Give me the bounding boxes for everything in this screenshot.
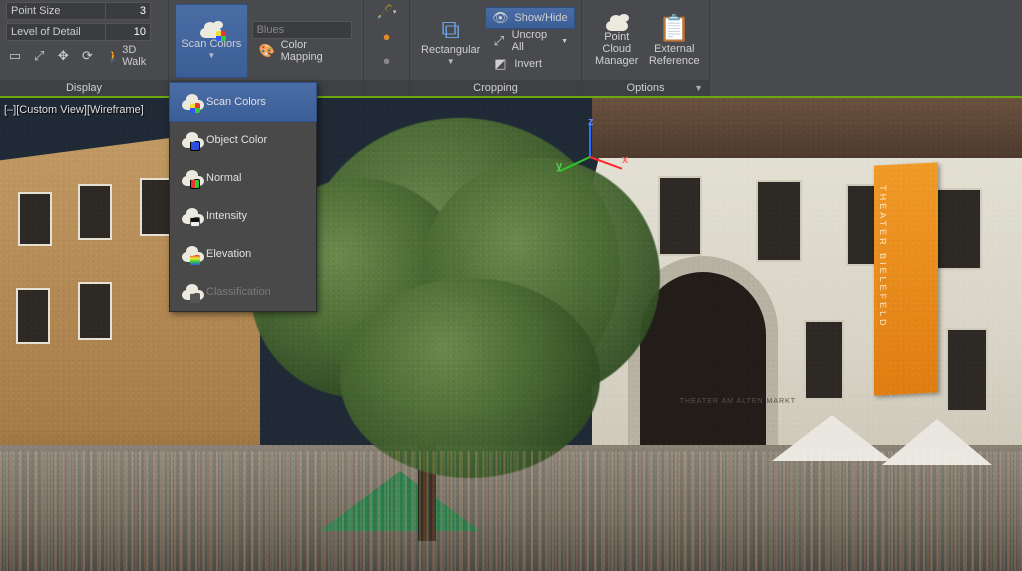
cloud-icon: [180, 93, 198, 111]
axis-gizmo[interactable]: z x y: [580, 114, 640, 174]
menu-item-normal[interactable]: Normal: [170, 159, 316, 197]
pcm-button[interactable]: Point Cloud Manager: [588, 4, 646, 78]
scene-banner-text: THEATER BIELEFELD: [874, 165, 892, 349]
cloud-icon: [180, 245, 198, 263]
scene-roof-right: [592, 98, 1022, 158]
axis-y-label: y: [556, 160, 562, 172]
cloud-color-icon: [198, 22, 224, 38]
scene-window: [756, 180, 802, 262]
axis-x-label: x: [622, 154, 628, 166]
invert-button[interactable]: ◩ Invert: [485, 53, 575, 75]
scene-window: [658, 176, 702, 256]
cloud-icon: [180, 207, 198, 225]
invert-label: Invert: [514, 58, 542, 70]
cloud-icon: [180, 131, 198, 149]
scan-colors-button[interactable]: Scan Colors ▼: [175, 4, 248, 78]
uncrop-button[interactable]: ⤢ Uncrop All ▼: [485, 30, 575, 52]
showhide-button[interactable]: 👁 Show/Hide: [485, 7, 575, 29]
scene-window: [804, 320, 844, 400]
rectangular-button[interactable]: ⧉ Rectangular ▼: [416, 4, 485, 78]
xref-label: External Reference: [647, 43, 703, 67]
walk-label: 3D Walk: [122, 44, 158, 68]
panel-options-title[interactable]: Options▼: [582, 80, 709, 96]
scene-window: [946, 328, 988, 412]
color-mapping-button[interactable]: 🎨 Color Mapping: [252, 40, 357, 62]
color-scheme-combo[interactable]: Blues: [252, 21, 352, 39]
axis-z-label: z: [588, 116, 594, 128]
expand-icon: ⤢: [492, 33, 505, 49]
menu-item-label: Elevation: [206, 248, 251, 260]
invert-icon: ◩: [492, 56, 508, 72]
point-size-input[interactable]: 3: [106, 2, 151, 20]
menu-item-object-color[interactable]: Object Color: [170, 121, 316, 159]
scan-colors-label: Scan Colors: [181, 38, 241, 50]
chevron-down-icon: ▼: [447, 57, 455, 66]
pan-icon[interactable]: ✥: [54, 46, 72, 66]
pcm-label: Point Cloud Manager: [589, 31, 645, 67]
refresh-icon[interactable]: ⟳: [78, 46, 96, 66]
menu-item-elevation[interactable]: Elevation: [170, 235, 316, 273]
scene-banner: THEATER BIELEFELD: [874, 162, 938, 395]
sphere-grey-icon[interactable]: ●: [377, 50, 397, 70]
scene-window: [18, 192, 52, 246]
ribbon: Point Size 3 Level of Detail 10 ▭ ⤢ ✥ ⟳ …: [0, 0, 1022, 98]
panel-display-title: Display: [0, 80, 168, 96]
eye-icon: 👁: [492, 10, 508, 26]
walk-button[interactable]: 🚶 3D Walk: [103, 46, 163, 66]
panel-cropping: ⧉ Rectangular ▼ 👁 Show/Hide ⤢ Uncrop All…: [410, 0, 582, 96]
palette-icon: 🎨: [259, 43, 275, 59]
clipboard-icon: 📋: [658, 15, 690, 41]
cloud-manager-icon: [604, 15, 630, 31]
chevron-down-icon: ▼: [207, 51, 215, 60]
menu-item-label: Classification: [206, 286, 271, 298]
uncrop-label: Uncrop All: [512, 29, 553, 53]
panel-cropping-title: Cropping: [410, 80, 581, 96]
orbit-icon[interactable]: ⤢: [30, 46, 48, 66]
rectangular-label: Rectangular: [421, 44, 480, 56]
scan-colors-dropdown: Scan Colors Object Color Normal Intensity El…: [169, 82, 317, 312]
eyedropper-icon[interactable]: 🖋️▾: [377, 2, 397, 22]
xref-button[interactable]: 📋 External Reference: [646, 4, 704, 78]
panel-utility: 🖋️▾ ● ●: [364, 0, 410, 96]
scene-sign: THEATER AM ALTEN MARKT: [680, 398, 796, 405]
panel-display: Point Size 3 Level of Detail 10 ▭ ⤢ ✥ ⟳ …: [0, 0, 169, 96]
lod-input[interactable]: 10: [106, 23, 151, 41]
chevron-down-icon: ▼: [694, 83, 703, 93]
scene-window: [16, 288, 50, 344]
menu-item-label: Object Color: [206, 134, 267, 146]
viewport[interactable]: [–][Custom View][Wireframe] THEATER BIEL…: [0, 98, 1022, 571]
cloud-icon: [180, 169, 198, 187]
menu-item-classification: Classification: [170, 273, 316, 311]
scene-window: [78, 282, 112, 340]
person-icon: 🚶: [107, 50, 121, 63]
panel-options: Point Cloud Manager 📋 External Reference…: [582, 0, 710, 96]
showhide-label: Show/Hide: [514, 12, 567, 24]
viewport-label[interactable]: [–][Custom View][Wireframe]: [4, 104, 144, 116]
point-size-label: Point Size: [6, 2, 106, 20]
panel-utility-title: [364, 80, 409, 96]
scene-window: [78, 184, 112, 240]
menu-item-label: Scan Colors: [206, 96, 266, 108]
menu-item-intensity[interactable]: Intensity: [170, 197, 316, 235]
box-view-icon[interactable]: ▭: [6, 46, 24, 66]
scene-tree: [340, 278, 600, 478]
menu-item-scan-colors[interactable]: Scan Colors: [169, 82, 317, 122]
lod-label: Level of Detail: [6, 23, 106, 41]
scene-window: [936, 188, 982, 270]
sphere-orange-icon[interactable]: ●: [377, 26, 397, 46]
chevron-down-icon: ▼: [561, 38, 568, 45]
cloud-icon: [180, 283, 198, 301]
crop-rect-icon: ⧉: [441, 16, 460, 42]
menu-item-label: Intensity: [206, 210, 247, 222]
menu-item-label: Normal: [206, 172, 241, 184]
color-mapping-label: Color Mapping: [281, 39, 350, 63]
